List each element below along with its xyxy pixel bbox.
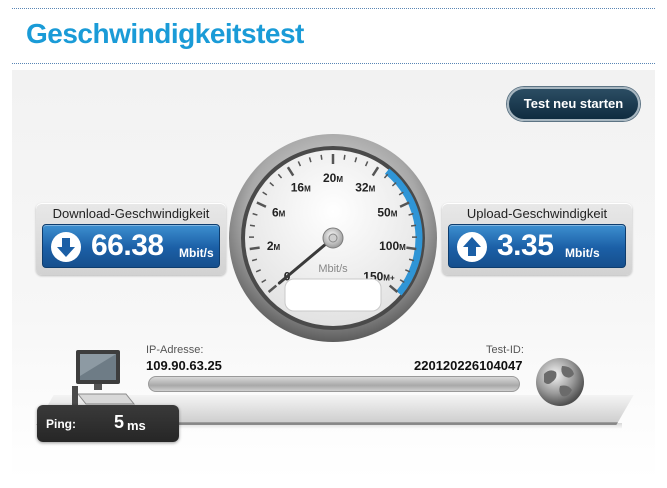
connection-track (148, 376, 520, 392)
globe-icon (536, 358, 584, 406)
download-speed-label: Download-Geschwindigkeit (52, 206, 210, 221)
test-id-label: Test-ID: (486, 344, 524, 356)
download-speed-display: 66.38 Mbit/s (42, 224, 220, 268)
ping-box: Ping: 5 ms (37, 405, 179, 442)
ip-address-label: IP-Adresse: (146, 344, 204, 356)
ping-value: 5 (114, 412, 125, 432)
gauge-minor-tick (343, 154, 346, 160)
restart-test-button[interactable]: Test neu starten (507, 87, 640, 121)
header-divider-top (12, 8, 655, 9)
arrow-up-icon (457, 232, 487, 262)
upload-speed-value: 3.35 (497, 229, 554, 262)
gauge-readout-box (284, 278, 382, 312)
ping-unit: ms (127, 418, 146, 433)
download-speed-value: 66.38 (91, 229, 164, 262)
gauge-minor-tick (249, 224, 256, 227)
ping-label: Ping: (46, 417, 76, 431)
upload-speed-display: 3.35 Mbit/s (448, 224, 626, 268)
upload-speed-box: Upload-Geschwindigkeit 3.35 Mbit/s (442, 203, 632, 275)
upload-speed-label: Upload-Geschwindigkeit (466, 206, 608, 221)
speedometer-gauge: 0 2M 6M 16M 20M 32M 50M 100M 150M+ Mbit/… (229, 134, 437, 342)
computer-icon (72, 350, 136, 406)
gauge-hub-cap (328, 233, 338, 243)
arrow-down-icon (51, 232, 81, 262)
upload-speed-unit: Mbit/s (565, 246, 600, 260)
download-speed-box: Download-Geschwindigkeit 66.38 Mbit/s (36, 203, 226, 275)
gauge-minor-tick (410, 224, 417, 227)
gauge-major-tick (249, 246, 260, 251)
header-divider-bottom (12, 63, 655, 64)
gauge-unit-label: Mbit/s (318, 263, 348, 275)
gauge-major-tick (406, 246, 417, 251)
test-id-value: 220120226104047 (414, 358, 523, 373)
page-title: Geschwindigkeitstest (26, 18, 304, 49)
ip-address-value: 109.90.63.25 (146, 358, 222, 373)
download-speed-unit: Mbit/s (179, 246, 214, 260)
gauge-minor-tick (320, 154, 323, 160)
